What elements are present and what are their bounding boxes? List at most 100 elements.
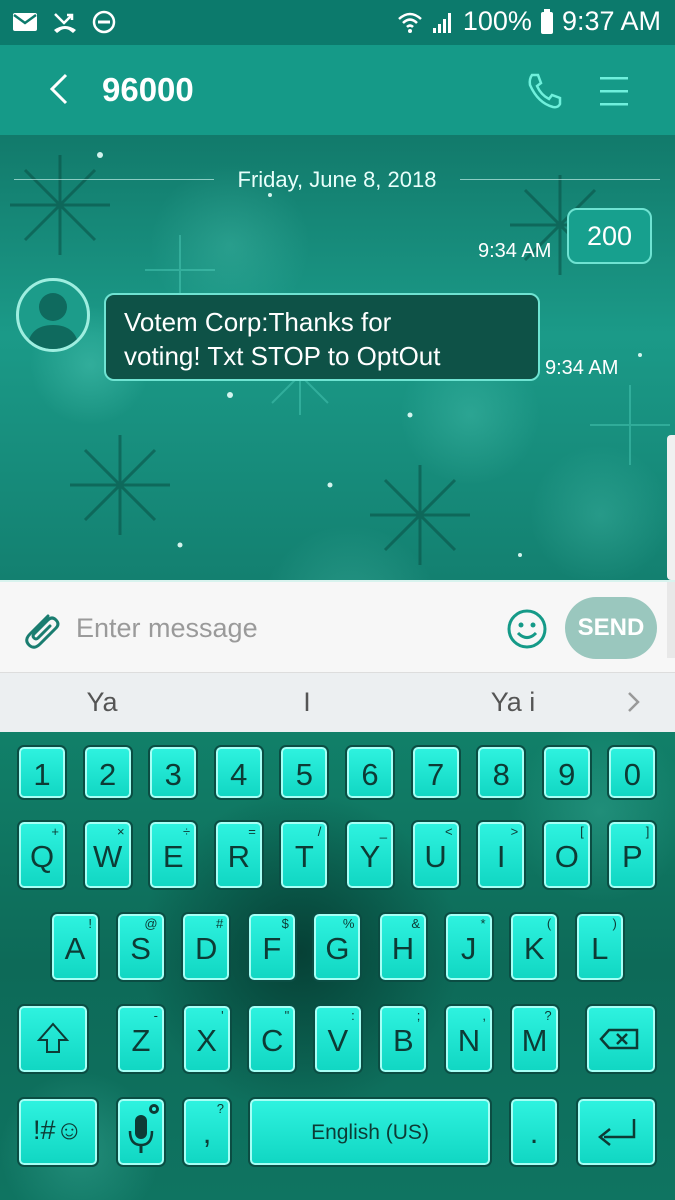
key-label: K xyxy=(523,931,545,966)
shift-key[interactable] xyxy=(17,1004,89,1074)
wifi-icon xyxy=(398,12,422,33)
key-4[interactable]: 4 xyxy=(213,745,264,800)
key-alt-label: ; xyxy=(416,1008,421,1023)
key-1[interactable]: 1 xyxy=(17,745,67,800)
key-j[interactable]: * J xyxy=(443,912,494,982)
key-u[interactable]: < U xyxy=(410,820,461,890)
key-7[interactable]: 7 xyxy=(410,745,461,800)
key-alt-label: × xyxy=(117,824,125,839)
key-label: 2 xyxy=(98,757,117,792)
key-alt-label: ? xyxy=(216,1101,224,1116)
suggestion-item[interactable]: Ya i xyxy=(478,687,548,718)
key-m[interactable]: ? M xyxy=(509,1004,560,1074)
key-label: C xyxy=(260,1023,284,1058)
message-text-line: Votem Corp:Thanks for xyxy=(124,307,392,337)
key-alt-label: : xyxy=(351,1008,355,1023)
key-r[interactable]: = R xyxy=(213,820,264,890)
key-l[interactable]: ) L xyxy=(574,912,625,982)
message-input[interactable] xyxy=(76,606,496,650)
key-label: N xyxy=(457,1023,481,1058)
outgoing-message-bubble[interactable]: 200 xyxy=(567,208,652,264)
symbols-key[interactable]: !#☺ xyxy=(17,1097,99,1167)
key-g[interactable]: % G xyxy=(312,912,363,982)
comma-key[interactable]: ? , xyxy=(182,1097,232,1167)
key-alt-label: < xyxy=(445,824,453,839)
attach-button[interactable] xyxy=(18,606,64,652)
conversation-title: 96000 xyxy=(102,71,194,108)
key-label: J xyxy=(460,931,477,966)
key-label: S xyxy=(130,931,151,966)
key-3[interactable]: 3 xyxy=(148,745,199,800)
emoji-button[interactable] xyxy=(506,608,548,650)
date-divider: Friday, June 8, 2018 xyxy=(14,165,660,195)
suggestion-item[interactable]: I xyxy=(287,687,327,718)
incoming-message-bubble[interactable]: Votem Corp:Thanks for voting! Txt STOP t… xyxy=(104,293,540,381)
period-key[interactable]: . xyxy=(509,1097,559,1167)
key-q[interactable]: + Q xyxy=(17,820,67,890)
key-8[interactable]: 8 xyxy=(476,745,527,800)
key-w[interactable]: × W xyxy=(82,820,133,890)
key-label: L xyxy=(591,931,609,966)
chevron-right-icon xyxy=(628,692,640,712)
key-z[interactable]: -Z xyxy=(116,1004,166,1074)
key-n[interactable]: ,N xyxy=(444,1004,494,1074)
phone-icon xyxy=(528,73,562,109)
backspace-key[interactable] xyxy=(585,1004,657,1074)
key-alt-label: ? xyxy=(544,1008,552,1023)
key-a[interactable]: ! A xyxy=(50,912,100,982)
key-5[interactable]: 5 xyxy=(279,745,330,800)
key-e[interactable]: ÷ E xyxy=(148,820,199,890)
key-label: 8 xyxy=(492,757,510,792)
enter-arrow-icon xyxy=(597,1119,636,1146)
back-button[interactable] xyxy=(40,67,80,111)
key-2[interactable]: 2 xyxy=(82,745,133,800)
key-alt-label: ÷ xyxy=(183,824,191,839)
key-alt-label: ( xyxy=(546,916,552,931)
key-d[interactable]: # D xyxy=(181,912,232,982)
key-i[interactable]: > I xyxy=(476,820,527,890)
key-alt-label: + xyxy=(51,824,59,839)
enter-key[interactable] xyxy=(576,1097,657,1167)
suggestions-expand-button[interactable] xyxy=(622,687,646,717)
key-alt-label: & xyxy=(411,916,420,931)
key-c[interactable]: " C xyxy=(247,1004,298,1074)
smiley-icon xyxy=(507,609,547,649)
key-x[interactable]: ' X xyxy=(181,1004,232,1074)
key-y[interactable]: _ Y xyxy=(345,820,395,890)
key-f[interactable]: $ F xyxy=(246,912,297,982)
do-not-disturb-icon xyxy=(92,10,116,34)
key-0[interactable]: 0 xyxy=(607,745,658,800)
key-label: !#☺ xyxy=(32,1115,84,1145)
key-alt-label: " xyxy=(284,1008,290,1023)
contact-avatar[interactable] xyxy=(16,278,90,352)
key-v[interactable]: :V xyxy=(312,1004,363,1074)
key-k[interactable]: (K xyxy=(509,912,560,982)
key-label: F xyxy=(262,931,282,966)
key-p[interactable]: ] P xyxy=(607,820,658,890)
key-b[interactable]: ; B xyxy=(378,1004,429,1074)
key-label: V xyxy=(327,1023,349,1058)
key-t[interactable]: / T xyxy=(279,820,330,890)
key-9[interactable]: 9 xyxy=(541,745,592,800)
key-alt-label: % xyxy=(342,916,355,931)
menu-button[interactable] xyxy=(594,73,634,109)
scroll-handle[interactable] xyxy=(667,435,675,580)
key-alt-label: / xyxy=(317,824,322,839)
suggestion-item[interactable]: Ya xyxy=(62,687,142,718)
key-label: 6 xyxy=(361,757,379,792)
status-bar: 100% 9:37 AM xyxy=(0,0,675,45)
keyboard: 1 2 3 4 5 6 7 8 9 0 + Q × W ÷ E = R / T _ Y < U > I[O] P! A @ S # D $ F% G… xyxy=(0,732,675,1200)
key-s[interactable]: @ S xyxy=(115,912,166,982)
key-label: E xyxy=(162,839,184,874)
key-label: B xyxy=(393,1023,414,1058)
key-h[interactable]: & H xyxy=(378,912,428,982)
conversation-area[interactable]: Friday, June 8, 2018 9:34 AM 200 Votem C… xyxy=(0,135,675,580)
key-alt-label: - xyxy=(153,1008,158,1023)
key-label: 3 xyxy=(164,757,182,792)
key-6[interactable]: 6 xyxy=(345,745,395,800)
space-key[interactable]: English (US) xyxy=(248,1097,492,1167)
send-button[interactable]: SEND xyxy=(565,597,657,659)
voice-input-key[interactable] xyxy=(116,1097,166,1167)
key-o[interactable]: [O xyxy=(541,820,592,890)
call-button[interactable] xyxy=(522,69,566,113)
